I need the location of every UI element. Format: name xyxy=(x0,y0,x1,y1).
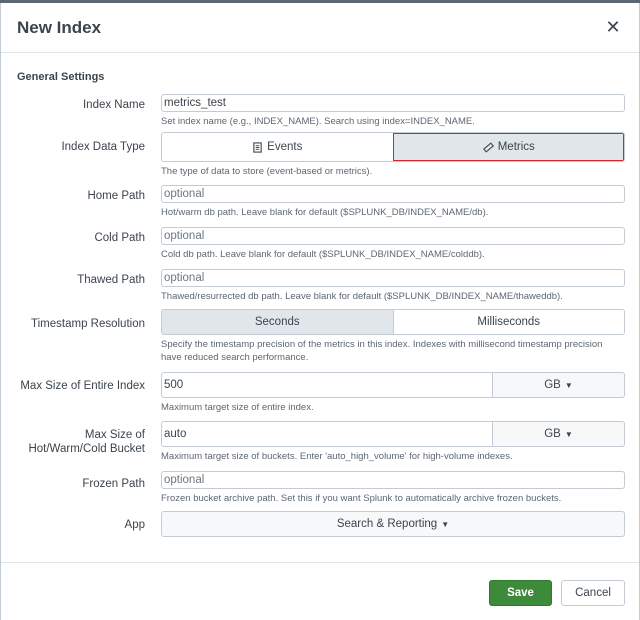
max-size-buckets-label: Max Size of Hot/Warm/Cold Bucket xyxy=(5,428,145,456)
frozen-path-label: Frozen Path xyxy=(82,478,145,490)
home-path-label: Home Path xyxy=(87,190,145,202)
metrics-option-label: Metrics xyxy=(497,141,535,153)
ruler-icon xyxy=(482,141,494,153)
thawed-path-help: Thawed/resurrected db path. Leave blank … xyxy=(161,291,563,302)
save-button[interactable]: Save xyxy=(489,580,552,606)
max-size-buckets-input[interactable] xyxy=(161,421,492,447)
max-size-buckets-label-line1: Max Size of xyxy=(84,429,145,441)
max-size-buckets-group: GB ▼ xyxy=(161,421,625,447)
max-size-index-unit-dropdown[interactable]: GB ▼ xyxy=(492,372,625,398)
thawed-path-label: Thawed Path xyxy=(77,274,145,286)
max-size-buckets-label-line2: Hot/Warm/Cold Bucket xyxy=(28,443,145,455)
caret-down-icon: ▼ xyxy=(564,380,573,390)
caret-down-icon: ▼ xyxy=(441,519,450,529)
thawed-path-input[interactable] xyxy=(161,269,625,287)
dialog-title: New Index xyxy=(17,18,102,37)
milliseconds-option-label: Milliseconds xyxy=(477,316,541,328)
max-size-index-input[interactable] xyxy=(161,372,492,398)
frozen-path-help: Frozen bucket archive path. Set this if … xyxy=(161,493,562,504)
app-dropdown-value: Search & Reporting xyxy=(336,518,438,530)
new-index-dialog: New Index ✕ General Settings Index Name … xyxy=(0,3,640,620)
events-option[interactable]: Events xyxy=(162,133,393,161)
frozen-path-input[interactable] xyxy=(161,471,625,489)
index-data-type-help: The type of data to store (event-based o… xyxy=(161,166,373,177)
dialog-footer: Save Cancel xyxy=(1,562,639,620)
close-icon[interactable]: ✕ xyxy=(605,18,621,36)
caret-down-icon: ▼ xyxy=(564,429,573,439)
document-icon xyxy=(253,141,262,153)
home-path-input[interactable] xyxy=(161,185,625,203)
milliseconds-option[interactable]: Milliseconds xyxy=(392,310,624,334)
home-path-help: Hot/warm db path. Leave blank for defaul… xyxy=(161,207,489,218)
timestamp-resolution-label: Timestamp Resolution xyxy=(31,318,145,330)
index-data-type-label: Index Data Type xyxy=(61,141,145,153)
events-option-label: Events xyxy=(267,141,303,153)
index-data-type-toggle: Events Metrics xyxy=(161,132,625,162)
max-size-index-group: GB ▼ xyxy=(161,372,625,398)
max-size-buckets-help: Maximum target size of buckets. Enter 'a… xyxy=(161,451,513,462)
timestamp-resolution-help: Specify the timestamp precision of the m… xyxy=(161,339,603,363)
max-size-buckets-unit: GB xyxy=(544,428,561,440)
index-name-help: Set index name (e.g., INDEX_NAME). Searc… xyxy=(161,116,475,127)
max-size-index-label: Max Size of Entire Index xyxy=(20,380,145,392)
cold-path-help: Cold db path. Leave blank for default ($… xyxy=(161,249,485,260)
max-size-buckets-unit-dropdown[interactable]: GB ▼ xyxy=(492,421,625,447)
app-dropdown[interactable]: Search & Reporting ▼ xyxy=(161,511,625,537)
seconds-option-label: Seconds xyxy=(254,316,300,328)
max-size-index-unit: GB xyxy=(544,379,561,391)
metrics-option[interactable]: Metrics xyxy=(392,133,624,161)
dialog-header: New Index ✕ xyxy=(1,3,639,53)
seconds-option[interactable]: Seconds xyxy=(162,310,393,334)
section-title: General Settings xyxy=(17,71,105,83)
timestamp-resolution-toggle: Seconds Milliseconds xyxy=(161,309,625,335)
index-name-input[interactable] xyxy=(161,94,625,112)
cold-path-input[interactable] xyxy=(161,227,625,245)
app-label: App xyxy=(124,519,145,531)
cancel-button[interactable]: Cancel xyxy=(561,580,625,606)
index-name-label: Index Name xyxy=(82,99,145,111)
max-size-index-help: Maximum target size of entire index. xyxy=(161,402,314,413)
cold-path-label: Cold Path xyxy=(94,232,145,244)
